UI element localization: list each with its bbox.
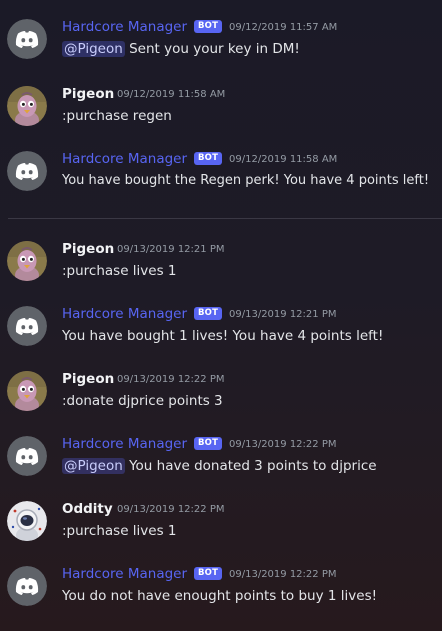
author-name[interactable]: Hardcore Manager bbox=[62, 565, 187, 583]
message: Pigeon 09/12/2019 11:58 AM :purchase reg… bbox=[0, 86, 442, 142]
message: Hardcore Manager BOT 09/12/2019 11:58 AM… bbox=[0, 151, 442, 207]
author-name[interactable]: Oddity bbox=[62, 500, 113, 518]
timestamp: 09/13/2019 12:21 PM bbox=[229, 309, 337, 320]
message: Oddity 09/13/2019 12:22 PM :purchase liv… bbox=[0, 501, 442, 557]
message: Hardcore Manager BOT 09/13/2019 12:22 PM… bbox=[0, 566, 442, 622]
message-text: You have donated 3 points to djprice bbox=[124, 458, 377, 474]
timestamp: 09/13/2019 12:22 PM bbox=[117, 374, 225, 385]
chat-message-list: Hardcore Manager BOT 09/12/2019 11:57 AM… bbox=[0, 0, 442, 631]
message-content: :purchase lives 1 bbox=[62, 522, 177, 540]
timestamp: 09/12/2019 11:58 AM bbox=[117, 89, 226, 100]
message-content: :donate djprice points 3 bbox=[62, 392, 223, 410]
message-text: :purchase lives 1 bbox=[62, 523, 177, 539]
user-mention[interactable]: @Pigeon bbox=[62, 41, 125, 57]
author-name[interactable]: Pigeon bbox=[62, 240, 114, 258]
timestamp: 09/13/2019 12:22 PM bbox=[229, 569, 337, 580]
message: Pigeon 09/13/2019 12:21 PM :purchase liv… bbox=[0, 241, 442, 297]
message-content: @Pigeon Sent you your key in DM! bbox=[62, 40, 300, 58]
message: Pigeon 09/13/2019 12:22 PM :donate djpri… bbox=[0, 371, 442, 427]
pigeon-avatar[interactable] bbox=[7, 86, 47, 126]
timestamp: 09/13/2019 12:22 PM bbox=[117, 504, 225, 515]
message-text: :purchase lives 1 bbox=[62, 263, 177, 279]
message-text: You do not have enought points to buy 1 … bbox=[62, 588, 378, 604]
message-content: You have bought the Regen perk! You have… bbox=[62, 172, 429, 190]
author-name[interactable]: Hardcore Manager bbox=[62, 305, 187, 323]
message-content: You have bought 1 lives! You have 4 poin… bbox=[62, 327, 383, 345]
discord-logo-icon[interactable] bbox=[7, 306, 47, 346]
timestamp: 09/12/2019 11:58 AM bbox=[229, 154, 338, 165]
bot-tag: BOT bbox=[194, 20, 223, 33]
message-text: You have bought 1 lives! You have 4 poin… bbox=[62, 328, 384, 344]
message-text: Sent you your key in DM! bbox=[124, 41, 300, 57]
message: Hardcore Manager BOT 09/13/2019 12:21 PM… bbox=[0, 306, 442, 362]
timestamp: 09/12/2019 11:57 AM bbox=[229, 22, 338, 33]
message-text: You have bought the Regen perk! You have… bbox=[62, 173, 430, 188]
astronaut-avatar[interactable] bbox=[7, 501, 47, 541]
bot-tag: BOT bbox=[194, 437, 223, 450]
timestamp: 09/13/2019 12:22 PM bbox=[229, 439, 337, 450]
pigeon-avatar[interactable] bbox=[7, 241, 47, 281]
message-content: You do not have enought points to buy 1 … bbox=[62, 587, 377, 605]
author-name[interactable]: Hardcore Manager bbox=[62, 435, 187, 453]
bot-tag: BOT bbox=[194, 152, 223, 165]
discord-logo-icon[interactable] bbox=[7, 19, 47, 59]
user-mention[interactable]: @Pigeon bbox=[62, 458, 125, 474]
author-name[interactable]: Pigeon bbox=[62, 370, 114, 388]
discord-logo-icon[interactable] bbox=[7, 566, 47, 606]
pigeon-avatar[interactable] bbox=[7, 371, 47, 411]
message: Hardcore Manager BOT 09/13/2019 12:22 PM… bbox=[0, 436, 442, 492]
message-content: :purchase regen bbox=[62, 107, 172, 125]
discord-logo-icon[interactable] bbox=[7, 151, 47, 191]
author-name[interactable]: Hardcore Manager bbox=[62, 150, 187, 168]
message-content: :purchase lives 1 bbox=[62, 262, 177, 280]
bot-tag: BOT bbox=[194, 307, 223, 320]
message: Hardcore Manager BOT 09/12/2019 11:57 AM… bbox=[0, 19, 442, 75]
date-divider bbox=[8, 218, 442, 219]
message-content: @Pigeon You have donated 3 points to djp… bbox=[62, 457, 377, 475]
author-name[interactable]: Pigeon bbox=[62, 85, 114, 103]
message-text: :purchase regen bbox=[62, 108, 172, 124]
bot-tag: BOT bbox=[194, 567, 223, 580]
timestamp: 09/13/2019 12:21 PM bbox=[117, 244, 225, 255]
discord-logo-icon[interactable] bbox=[7, 436, 47, 476]
message-text: :donate djprice points 3 bbox=[62, 393, 223, 409]
author-name[interactable]: Hardcore Manager bbox=[62, 18, 187, 36]
